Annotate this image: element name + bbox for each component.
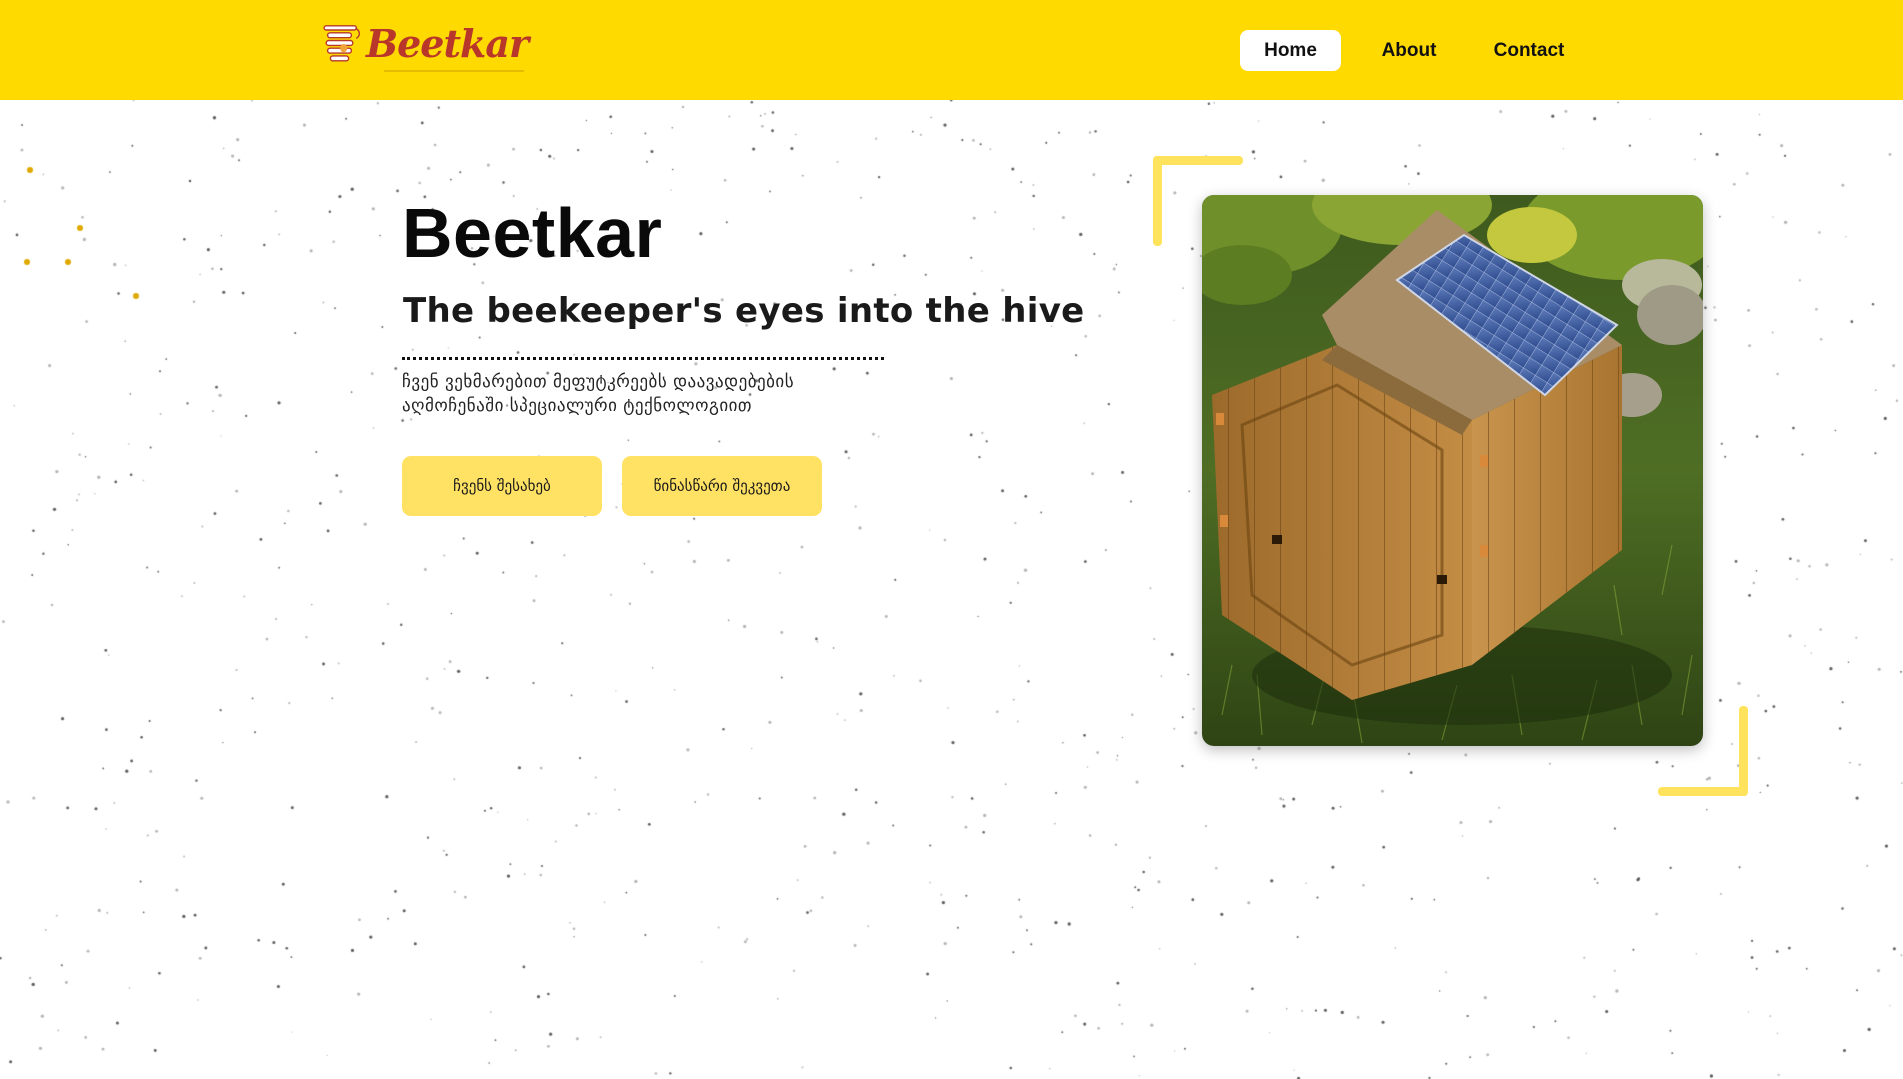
- frame-corner-bottom-right: [1658, 787, 1748, 796]
- frame-corner-top-left-vertical: [1153, 156, 1162, 246]
- beehive-logo-icon: [323, 25, 361, 62]
- about-us-button[interactable]: ჩვენს შესახებ: [402, 456, 602, 516]
- logo-underline: [384, 70, 524, 72]
- main-nav: Home About Contact: [1240, 30, 1579, 71]
- nav-about[interactable]: About: [1359, 30, 1459, 71]
- hive-photo: [1202, 195, 1703, 746]
- nav-home[interactable]: Home: [1240, 30, 1341, 71]
- dotted-divider: [402, 357, 884, 360]
- logo[interactable]: Beetkar: [322, 14, 529, 74]
- frame-corner-top-left: [1153, 156, 1243, 165]
- preorder-button[interactable]: წინასწარი შეკვეთა: [622, 456, 822, 516]
- hero-title: Beetkar: [402, 194, 663, 272]
- solar-beehive-image: [1202, 195, 1703, 746]
- hero-subtitle: The beekeeper's eyes into the hive: [403, 291, 1085, 331]
- site-header: Beetkar Home About Contact: [0, 0, 1903, 100]
- frame-corner-bottom-right-vertical: [1739, 706, 1748, 796]
- brand-name: Beetkar: [366, 21, 529, 66]
- nav-contact[interactable]: Contact: [1479, 30, 1579, 71]
- hero-description: ჩვენ ვეხმარებით მეფუტკრეებს დაავადებების…: [402, 372, 795, 416]
